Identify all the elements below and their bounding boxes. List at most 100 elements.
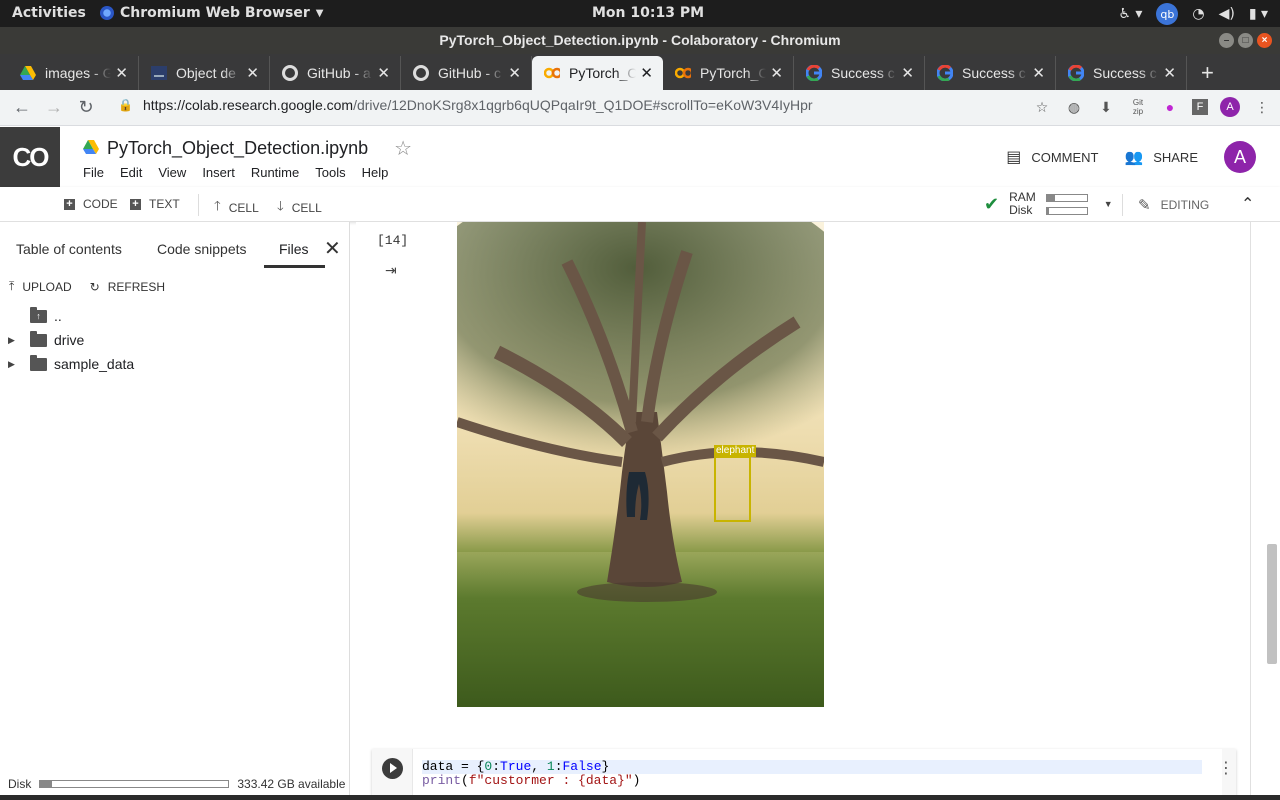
close-tab-icon[interactable]: ✕: [901, 64, 914, 82]
disk-usage-bar: [39, 780, 230, 788]
close-tab-icon[interactable]: ✕: [377, 64, 390, 82]
notebook-title[interactable]: PyTorch_Object_Detection.ipynb: [107, 138, 368, 159]
browser-menu-icon[interactable]: ⋮: [1252, 97, 1272, 117]
output-arrow-icon[interactable]: ⇥: [385, 262, 397, 279]
cell-more-icon[interactable]: ⋮: [1218, 758, 1234, 778]
close-tab-icon[interactable]: ✕: [115, 64, 128, 82]
add-code-button[interactable]: + CODE: [64, 197, 118, 211]
system-tray[interactable]: ♿ ▾ qb ◔ ◀) ▮ ▾: [1118, 3, 1268, 25]
comment-button[interactable]: ▤ COMMENT: [1006, 147, 1098, 167]
file-tree-item-sample-data[interactable]: ▶ sample_data: [0, 352, 348, 376]
clock[interactable]: Mon 10:13 PM: [592, 5, 704, 21]
menu-file[interactable]: File: [83, 165, 104, 180]
address-bar[interactable]: 🔒 https://colab.research.google.com/driv…: [118, 97, 813, 113]
browser-tab[interactable]: GitHub - c ✕: [401, 56, 532, 90]
collapse-header-icon[interactable]: ⌃: [1241, 194, 1254, 214]
code-cell[interactable]: data = {0:True, 1:False} print(f"custorm…: [372, 749, 1236, 800]
google-icon: [1068, 65, 1084, 81]
new-tab-icon[interactable]: +: [1187, 60, 1228, 90]
browser-tab[interactable]: Success c ✕: [1056, 56, 1187, 90]
window-title: PyTorch_Object_Detection.ipynb - Colabor…: [439, 32, 841, 48]
browser-tab-label: Success c: [831, 65, 895, 81]
download-icon[interactable]: ⬇: [1096, 97, 1116, 117]
menu-tools[interactable]: Tools: [315, 165, 345, 180]
menu-view[interactable]: View: [158, 165, 186, 180]
browser-tab-label: PyTorch_O: [569, 65, 637, 81]
star-icon[interactable]: ☆: [394, 136, 412, 161]
add-text-button[interactable]: + TEXT: [130, 197, 180, 211]
browser-tab[interactable]: Success c ✕: [925, 56, 1056, 90]
menu-help[interactable]: Help: [362, 165, 389, 180]
tab-files[interactable]: Files: [279, 241, 309, 257]
close-tab-icon[interactable]: ✕: [640, 64, 653, 82]
f-extension-icon[interactable]: F: [1192, 99, 1208, 115]
drive-icon: [20, 65, 36, 81]
os-top-bar: Activities Chromium Web Browser ▼ Mon 10…: [0, 0, 1280, 27]
back-icon[interactable]: ←: [6, 97, 38, 118]
window-title-bar: PyTorch_Object_Detection.ipynb - Colabor…: [0, 27, 1280, 54]
forward-icon[interactable]: →: [38, 97, 70, 118]
browser-tab[interactable]: images - G ✕: [8, 56, 139, 90]
code-token: }: [601, 759, 610, 774]
tab-table-of-contents[interactable]: Table of contents: [16, 241, 122, 257]
code-editor[interactable]: data = {0:True, 1:False} print(f"custorm…: [412, 749, 1222, 800]
close-tab-icon[interactable]: ✕: [246, 64, 259, 82]
menu-runtime[interactable]: Runtime: [251, 165, 299, 180]
code-token: True: [500, 759, 532, 774]
profile-avatar[interactable]: A: [1220, 97, 1240, 117]
gitzip-icon[interactable]: Git zip: [1128, 97, 1148, 117]
editing-mode-button[interactable]: ✎ EDITING: [1138, 196, 1209, 214]
ram-disk-indicator[interactable]: ✔ RAM Disk ▼: [984, 191, 1113, 217]
browser-tab-label: Success c: [1093, 65, 1157, 81]
close-tab-icon[interactable]: ✕: [1032, 64, 1045, 82]
file-tree-label: ..: [54, 308, 62, 324]
file-tree-item-drive[interactable]: ▶ drive: [0, 328, 348, 352]
bottom-edge: [0, 795, 1280, 800]
bookmark-star-icon[interactable]: ☆: [1032, 97, 1052, 117]
expand-caret-icon[interactable]: ▶: [8, 335, 20, 346]
code-token: (: [461, 773, 469, 788]
move-cell-up-button[interactable]: 🡑 CELL: [214, 197, 259, 219]
account-avatar[interactable]: A: [1224, 141, 1256, 173]
browser-tab[interactable]: PyTorch_C ✕: [663, 56, 794, 90]
browser-tab[interactable]: Success c ✕: [794, 56, 925, 90]
browser-tab[interactable]: PyTorch_O ✕: [532, 56, 663, 90]
menu-edit[interactable]: Edit: [120, 165, 142, 180]
activities-button[interactable]: Activities: [12, 5, 86, 21]
search-extension-icon[interactable]: ●: [1160, 97, 1180, 117]
close-tab-icon[interactable]: ✕: [1163, 64, 1176, 82]
battery-icon[interactable]: ▮ ▾: [1249, 6, 1268, 22]
upload-button[interactable]: ⤒ UPLOAD: [9, 279, 72, 294]
reload-icon[interactable]: ↻: [70, 97, 102, 118]
run-cell-button[interactable]: [382, 758, 403, 779]
qbittorrent-icon[interactable]: qb: [1156, 3, 1179, 25]
volume-icon[interactable]: ◀): [1219, 6, 1235, 22]
browser-tab[interactable]: Object de ✕: [139, 56, 270, 90]
tab-code-snippets[interactable]: Code snippets: [157, 241, 247, 257]
plus-icon: +: [64, 198, 75, 210]
menu-bar: File Edit View Insert Runtime Tools Help: [83, 165, 388, 180]
close-sidebar-icon[interactable]: ✕: [324, 236, 341, 261]
refresh-button[interactable]: ↻ REFRESH: [90, 279, 165, 294]
scrollbar[interactable]: [1267, 544, 1277, 664]
file-tree-item-parent[interactable]: ↑ ..: [0, 304, 348, 328]
extension-globe-icon[interactable]: ◍: [1064, 97, 1084, 117]
app-menu[interactable]: Chromium Web Browser ▼: [100, 5, 323, 21]
toolbar-divider: [198, 194, 199, 216]
close-tab-icon[interactable]: ✕: [770, 64, 783, 82]
wifi-icon[interactable]: ◔: [1192, 6, 1204, 22]
move-cell-down-button[interactable]: 🡓 CELL: [277, 197, 322, 219]
close-window-icon[interactable]: ×: [1257, 33, 1272, 48]
accessibility-icon[interactable]: ♿ ▾: [1118, 6, 1142, 22]
expand-caret-icon[interactable]: ▶: [8, 359, 20, 370]
maximize-icon[interactable]: □: [1238, 33, 1253, 48]
tab-strip: images - G ✕ Object de ✕ GitHub - a ✕ GitHub -…: [0, 54, 1280, 90]
disk-label: Disk: [1009, 203, 1033, 217]
colab-logo[interactable]: CO: [0, 127, 60, 187]
browser-tab[interactable]: GitHub - a ✕: [270, 56, 401, 90]
minimize-icon[interactable]: –: [1219, 33, 1234, 48]
chevron-down-icon[interactable]: ▼: [1104, 199, 1113, 209]
share-button[interactable]: 👥 SHARE: [1125, 148, 1198, 166]
close-tab-icon[interactable]: ✕: [508, 64, 521, 82]
menu-insert[interactable]: Insert: [202, 165, 235, 180]
